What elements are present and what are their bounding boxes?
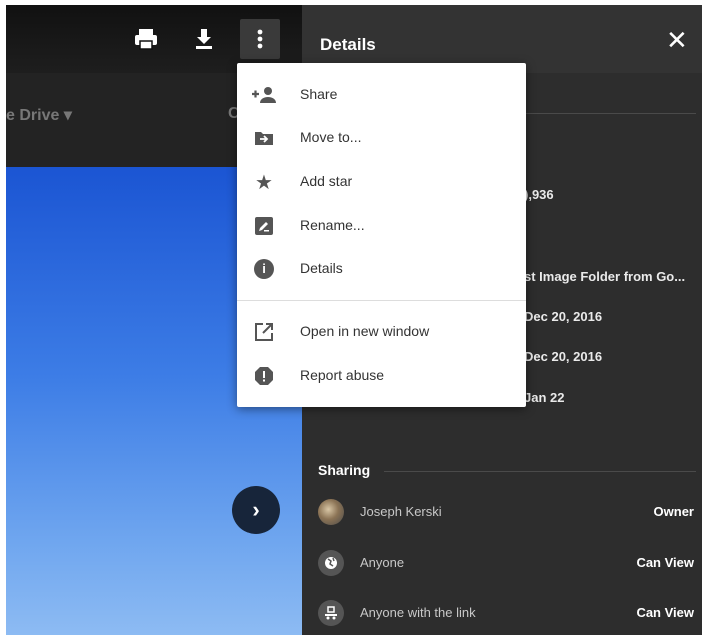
drive-breadcrumb[interactable]: e Drive ▾: [6, 105, 72, 125]
avatar: [318, 499, 344, 525]
menu-item-report-abuse[interactable]: Report abuse: [237, 356, 526, 396]
share-person-name: Anyone with the link: [360, 605, 476, 620]
menu-item-label: Add star: [300, 173, 353, 189]
share-person-name: Anyone: [360, 555, 405, 570]
menu-divider: [237, 300, 526, 301]
share-row-link: Anyone with the link Can View: [302, 594, 702, 634]
menu-item-open-in-new-window[interactable]: Open in new window: [237, 312, 526, 352]
print-icon[interactable]: [126, 19, 166, 59]
detail-value-location[interactable]: st Image Folder from Go...: [524, 269, 685, 284]
next-arrow-icon[interactable]: ›: [232, 486, 280, 534]
details-title: Details: [320, 35, 376, 54]
menu-item-rename[interactable]: Rename...: [237, 206, 526, 246]
move-to-folder-icon: [251, 126, 277, 150]
person-add-icon: [251, 83, 277, 107]
menu-item-label: Move to...: [300, 129, 362, 145]
detail-value-modified: Dec 20, 2016: [524, 349, 603, 364]
menu-item-details[interactable]: i Details: [237, 249, 526, 289]
globe-icon: [318, 550, 344, 576]
share-row-owner: Joseph Kerski Owner: [302, 493, 702, 533]
detail-value-created: Dec 20, 2016: [524, 309, 603, 324]
menu-item-move-to[interactable]: Move to...: [237, 118, 526, 158]
sharing-title: Sharing: [318, 462, 371, 478]
open-in-new-icon: [251, 320, 277, 344]
menu-item-add-star[interactable]: ★ Add star: [237, 162, 526, 202]
info-icon: i: [251, 257, 277, 281]
report-icon: [251, 364, 277, 388]
detail-value-opened: Jan 22: [524, 390, 565, 405]
share-person-role: Can View: [636, 555, 694, 570]
star-icon: ★: [255, 171, 273, 194]
menu-item-label: Share: [300, 86, 338, 102]
menu-item-label: Report abuse: [300, 367, 385, 383]
more-actions-menu: Share Move to... ★ Add star Rename... i …: [237, 63, 526, 407]
download-icon[interactable]: [184, 19, 224, 59]
menu-item-label: Rename...: [300, 217, 365, 233]
share-person-role: Owner: [653, 504, 694, 519]
menu-item-label: Open in new window: [300, 323, 430, 339]
close-icon[interactable]: ✕: [666, 25, 688, 56]
divider: [524, 113, 696, 114]
share-row-anyone: Anyone Can View: [302, 544, 702, 584]
more-vert-icon[interactable]: [240, 19, 280, 59]
rename-icon: [251, 214, 277, 238]
divider: [384, 471, 696, 472]
share-person-role: Can View: [636, 605, 694, 620]
detail-value-size: ),936: [524, 187, 554, 202]
link-icon: [318, 600, 344, 626]
menu-item-share[interactable]: Share: [237, 75, 526, 115]
menu-item-label: Details: [300, 260, 343, 276]
share-person-name: Joseph Kerski: [360, 504, 442, 519]
